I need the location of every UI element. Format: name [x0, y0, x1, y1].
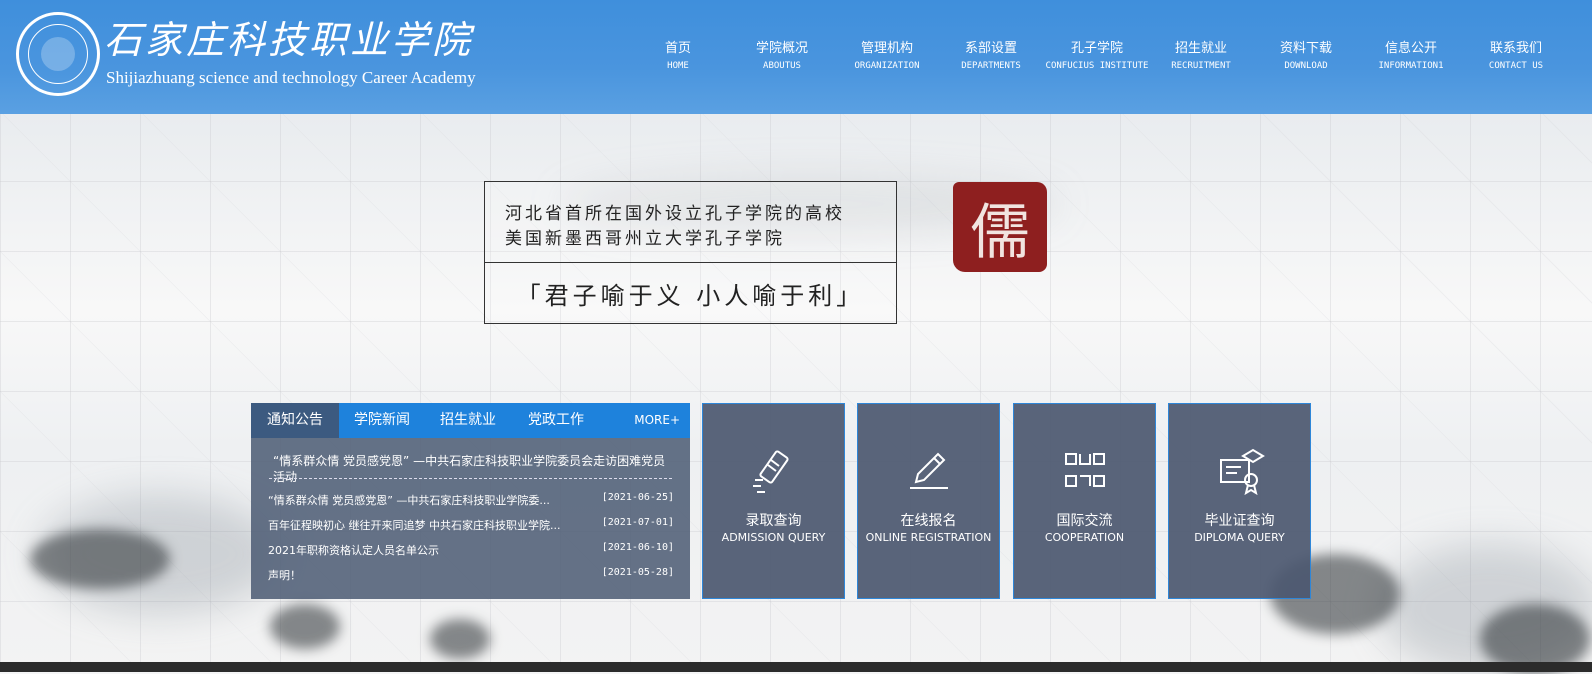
admission-query-button[interactable]: 录取查询 ADMISSION QUERY [702, 403, 845, 599]
quick-link-title-cn: 录取查询 [745, 513, 802, 529]
nav-download[interactable]: 资料下载 DOWNLOAD [1280, 40, 1332, 73]
news-item[interactable]: 百年征程映初心 继往开来同追梦 中共石家庄科技职业学院... [2021-07-… [268, 517, 678, 542]
news-item-date: [2021-06-25] [601, 492, 674, 503]
news-tab-bar: 通知公告 学院新闻 招生就业 党政工作 MORE+ [251, 403, 690, 438]
slogan-line-2: 美国新墨西哥州立大学孔子学院 [505, 229, 785, 249]
tab-college-news[interactable]: 学院新闻 [339, 403, 425, 438]
slogan-divider [485, 262, 896, 263]
nav-label-en: INFORMATION1 [1378, 61, 1444, 71]
nav-departments[interactable]: 系部设置 DEPARTMENTS [961, 40, 1021, 73]
tab-notices[interactable]: 通知公告 [251, 403, 339, 438]
news-list: “情系群众情 党员感党恩” —中共石家庄科技职业学院委... [2021-06-… [268, 492, 678, 592]
news-item-date: [2021-07-01] [601, 517, 674, 528]
nav-information[interactable]: 信息公开 INFORMATION1 [1378, 40, 1443, 73]
nav-label-en: DEPARTMENTS [961, 61, 1021, 71]
news-item-title: 声明！ [268, 569, 301, 582]
more-link[interactable]: MORE+ [634, 403, 680, 438]
online-registration-button[interactable]: 在线报名 ONLINE REGISTRATION [857, 403, 1000, 599]
tab-party-affairs[interactable]: 党政工作 [511, 403, 601, 438]
featured-headline[interactable]: “情系群众情 党员感党恩” —中共石家庄科技职业学院委员会走访困难党员活动 [273, 453, 673, 485]
slogan-banner: 河北省首所在国外设立孔子学院的高校 美国新墨西哥州立大学孔子学院 「君子喻于义 … [484, 181, 897, 324]
nav-contact-us[interactable]: 联系我们 CONTACT US [1489, 40, 1543, 73]
headline-divider [269, 478, 672, 479]
nav-label-en: CONFUCIUS INSTITUTE [1045, 61, 1149, 71]
nav-label-cn: 学院概况 [755, 41, 809, 56]
nav-label-cn: 系部设置 [964, 41, 1018, 56]
slogan-motto: 「君子喻于义 小人喻于利」 [516, 282, 865, 310]
news-item-title: “情系群众情 党员感党恩” —中共石家庄科技职业学院委... [268, 494, 550, 507]
news-item[interactable]: 2021年职称资格认定人员名单公示 [2021-06-10] [268, 542, 678, 567]
news-item-title: 百年征程映初心 继往开来同追梦 中共石家庄科技职业学院... [268, 519, 561, 532]
nav-label-en: RECRUITMENT [1171, 61, 1231, 71]
nav-label-en: ORGANIZATION [854, 61, 920, 71]
nav-confucius-institute[interactable]: 孔子学院 CONFUCIUS INSTITUTE [1046, 40, 1149, 73]
nav-label-en: HOME [667, 61, 689, 71]
nav-label-cn: 联系我们 [1489, 41, 1542, 56]
news-item[interactable]: 声明！ [2021-05-28] [268, 567, 678, 592]
school-name-cn[interactable]: 石家庄科技职业学院 [104, 18, 473, 62]
slogan-line-1: 河北省首所在国外设立孔子学院的高校 [505, 204, 845, 224]
nav-label-cn: 资料下载 [1279, 41, 1333, 56]
nav-label-cn: 首页 [664, 41, 692, 56]
international-cooperation-button[interactable]: 国际交流 COOPERATION [1013, 403, 1156, 599]
nav-label-en: DOWNLOAD [1284, 61, 1328, 71]
admission-card-icon [753, 450, 789, 493]
footer-strip [0, 662, 1592, 672]
nav-organization[interactable]: 管理机构 ORGANIZATION [854, 40, 919, 73]
tab-admissions-employment[interactable]: 招生就业 [425, 403, 511, 438]
nav-about-us[interactable]: 学院概况 ABOUTUS [756, 40, 808, 73]
nav-label-en: CONTACT US [1488, 61, 1544, 71]
exchange-icon [1065, 453, 1105, 487]
news-panel: 通知公告 学院新闻 招生就业 党政工作 MORE+ “情系群众情 党员感党恩” … [251, 403, 690, 599]
diploma-query-button[interactable]: 毕业证查询 DIPLOMA QUERY [1168, 403, 1311, 599]
quick-link-title-en: ONLINE REGISTRATION [865, 531, 992, 544]
quick-link-title-cn: 毕业证查询 [1204, 513, 1275, 529]
quick-link-title-cn: 国际交流 [1056, 513, 1113, 529]
quick-link-title-en: ADMISSION QUERY [721, 531, 826, 544]
nav-home[interactable]: 首页 HOME [665, 40, 691, 73]
quick-link-title-cn: 在线报名 [900, 513, 957, 529]
red-seal-stamp: 儒 [953, 182, 1047, 272]
quick-link-title-en: DIPLOMA QUERY [1194, 531, 1285, 544]
news-item-date: [2021-05-28] [601, 567, 674, 578]
pencil-icon [910, 452, 948, 489]
diploma-icon [1220, 448, 1265, 496]
nav-label-cn: 管理机构 [860, 41, 913, 56]
nav-recruitment[interactable]: 招生就业 RECRUITMENT [1171, 40, 1231, 73]
nav-label-cn: 信息公开 [1384, 41, 1437, 56]
school-emblem-logo[interactable] [16, 12, 100, 96]
nav-label-cn: 孔子学院 [1070, 41, 1124, 56]
site-header: 石家庄科技职业学院 Shijiazhuang science and techn… [0, 0, 1592, 114]
news-item-date: [2021-06-10] [601, 542, 674, 553]
nav-label-en: ABOUTUS [763, 61, 801, 71]
news-item[interactable]: “情系群众情 党员感党恩” —中共石家庄科技职业学院委... [2021-06-… [268, 492, 678, 517]
school-name-en[interactable]: Shijiazhuang science and technology Care… [106, 68, 476, 88]
news-item-title: 2021年职称资格认定人员名单公示 [268, 544, 439, 557]
nav-label-cn: 招生就业 [1174, 41, 1228, 56]
quick-link-title-en: COOPERATION [1044, 531, 1125, 544]
